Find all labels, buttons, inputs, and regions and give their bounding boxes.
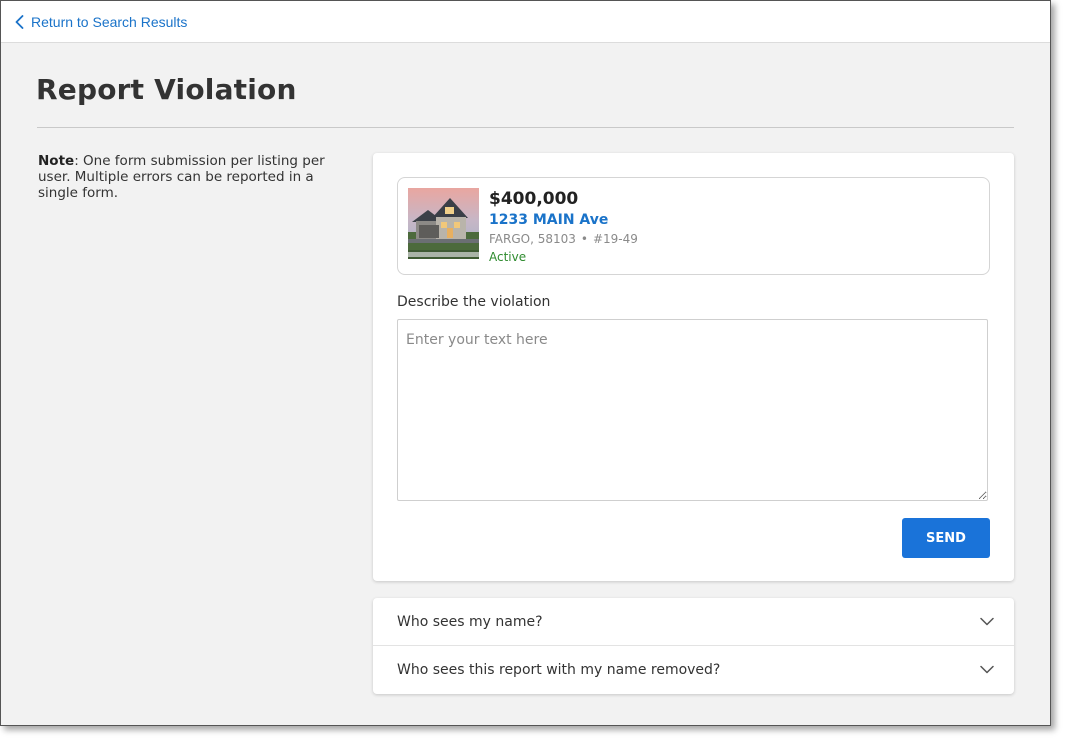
listing-photo <box>408 188 479 259</box>
listing-city-zip: FARGO, 58103 <box>489 232 576 246</box>
send-button[interactable]: SEND <box>902 518 990 558</box>
top-bar: Return to Search Results <box>1 1 1050 43</box>
violation-label: Describe the violation <box>397 294 551 310</box>
title-divider <box>37 127 1014 128</box>
chevron-down-icon <box>980 613 994 631</box>
faq-item-who-sees-my-name[interactable]: Who sees my name? <box>373 598 1014 646</box>
return-to-search-link[interactable]: Return to Search Results <box>15 14 187 30</box>
faq-question: Who sees my name? <box>397 613 543 630</box>
report-form-card: $400,000 1233 MAIN Ave FARGO, 58103 • #19-… <box>373 153 1014 581</box>
submission-note: Note: One form submission per listing pe… <box>38 153 328 201</box>
listing-summary: $400,000 1233 MAIN Ave FARGO, 58103 • #19-… <box>397 177 990 275</box>
violation-textarea[interactable] <box>397 319 988 501</box>
listing-location: FARGO, 58103 • #19-49 <box>489 232 638 246</box>
return-to-search-label: Return to Search Results <box>31 13 188 30</box>
listing-address-link[interactable]: 1233 MAIN Ave <box>489 212 608 228</box>
faq-item-name-removed[interactable]: Who sees this report with my name remove… <box>373 646 1014 694</box>
listing-price: $400,000 <box>489 189 579 209</box>
faq-question: Who sees this report with my name remove… <box>397 662 721 678</box>
chevron-down-icon <box>980 661 994 679</box>
note-text: : One form submission per listing per us… <box>38 153 325 201</box>
chevron-left-icon <box>15 14 24 29</box>
app-window: Return to Search Results Report Violatio… <box>0 0 1051 726</box>
page-title: Report Violation <box>36 73 297 106</box>
note-label: Note <box>38 153 75 169</box>
faq-accordion: Who sees my name? Who sees this report w… <box>373 598 1014 694</box>
listing-mls-number: #19-49 <box>592 232 638 246</box>
listing-status: Active <box>489 250 527 264</box>
listing-separator: • <box>580 232 588 246</box>
